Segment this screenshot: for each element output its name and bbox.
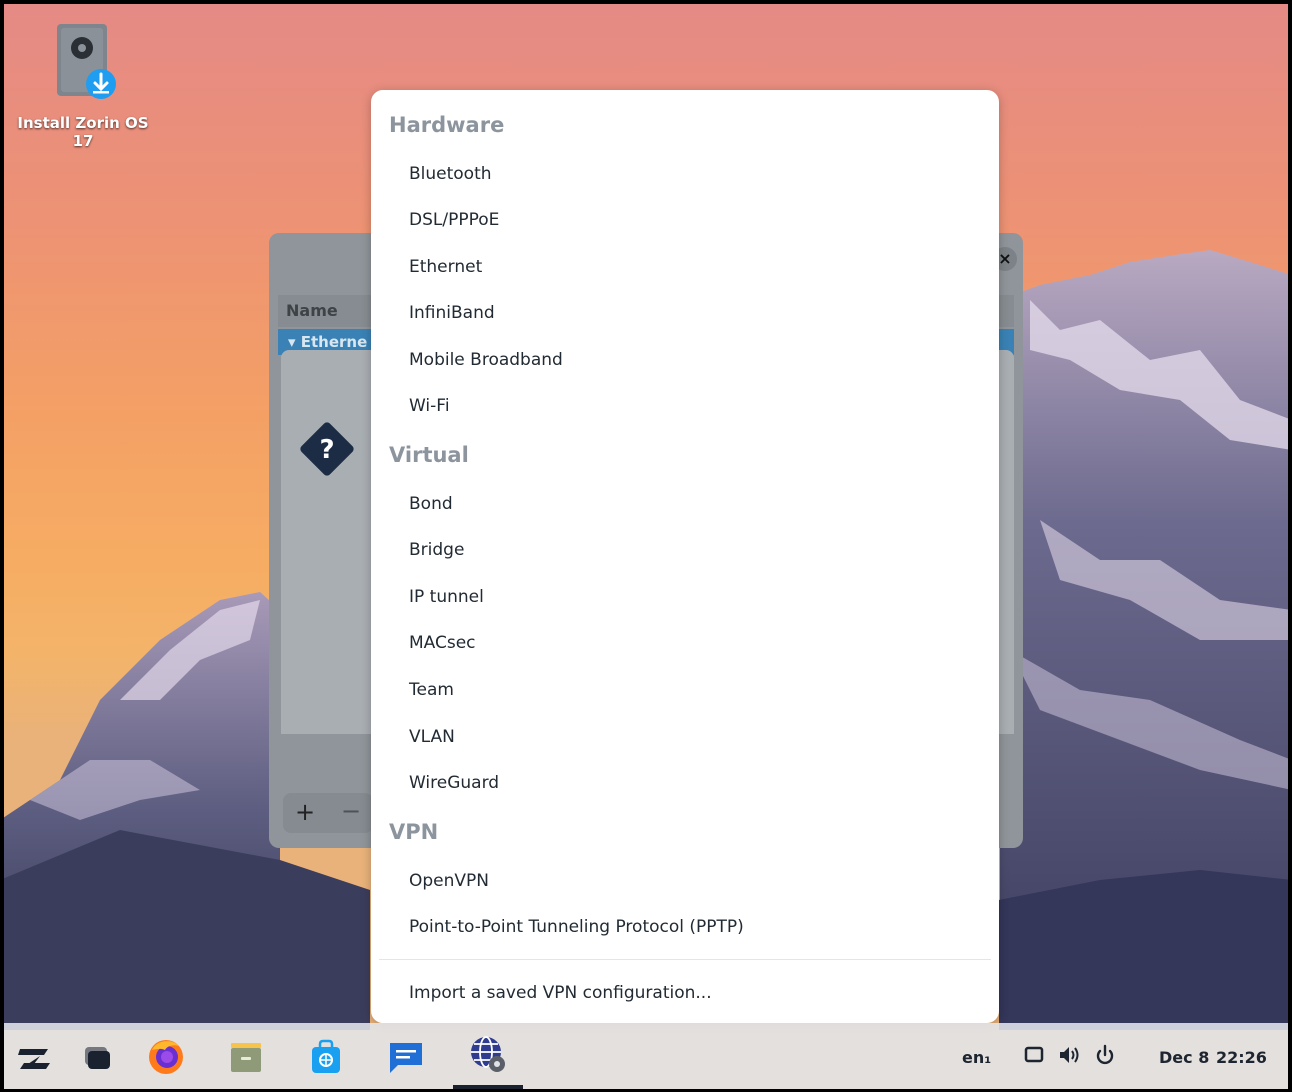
- power-icon[interactable]: [1095, 1044, 1115, 1066]
- menu-item-bluetooth[interactable]: Bluetooth: [409, 164, 492, 184]
- menu-item-import-vpn[interactable]: Import a saved VPN configuration...: [409, 983, 712, 1003]
- question-glyph: ?: [319, 435, 334, 465]
- install-zorin-desktop-icon[interactable]: Install Zorin OS 17: [8, 18, 158, 150]
- section-virtual: Virtual: [389, 443, 469, 467]
- screen-border-right: [1288, 0, 1292, 1092]
- keyboard-layout-indicator[interactable]: en₁: [962, 1048, 991, 1067]
- workspaces-icon[interactable]: [77, 1038, 117, 1078]
- menu-item-bond[interactable]: Bond: [409, 494, 453, 514]
- menu-item-vlan[interactable]: VLAN: [409, 727, 455, 747]
- software-store-icon[interactable]: [306, 1037, 346, 1077]
- name-column-label: Name: [286, 301, 338, 320]
- messaging-icon[interactable]: [386, 1037, 426, 1077]
- connection-button-bar: + −: [283, 793, 373, 833]
- zorin-menu-icon[interactable]: [14, 1039, 54, 1079]
- connection-type-menu: Hardware Bluetooth DSL/PPPoE Ethernet In…: [371, 90, 999, 1023]
- volume-icon[interactable]: [1058, 1045, 1080, 1065]
- section-vpn: VPN: [389, 820, 439, 844]
- menu-item-wireguard[interactable]: WireGuard: [409, 773, 499, 793]
- screen-border-top: [0, 0, 1292, 4]
- menu-item-macsec[interactable]: MACsec: [409, 633, 476, 653]
- menu-item-ethernet[interactable]: Ethernet: [409, 257, 482, 277]
- network-settings-taskbar-icon[interactable]: [468, 1034, 508, 1074]
- menu-item-infiniband[interactable]: InfiniBand: [409, 303, 495, 323]
- menu-item-ip-tunnel[interactable]: IP tunnel: [409, 587, 484, 607]
- connection-row-label: ▾ Etherne: [288, 333, 368, 351]
- menu-item-team[interactable]: Team: [409, 680, 454, 700]
- desktop-icon-label: Install Zorin OS 17: [17, 114, 149, 150]
- section-hardware: Hardware: [389, 113, 505, 137]
- menu-item-wifi[interactable]: Wi-Fi: [409, 396, 450, 416]
- remove-connection-button[interactable]: −: [341, 797, 361, 825]
- install-drive-icon: [57, 24, 116, 99]
- menu-separator: [379, 959, 991, 960]
- screen-border-left: [0, 0, 4, 1092]
- menu-item-mobile-broadband[interactable]: Mobile Broadband: [409, 350, 563, 370]
- files-icon[interactable]: [226, 1037, 266, 1077]
- clock-date[interactable]: Dec 8: [1159, 1048, 1209, 1067]
- menu-item-dsl-pppoe[interactable]: DSL/PPPoE: [409, 210, 499, 230]
- menu-item-pptp[interactable]: Point-to-Point Tunneling Protocol (PPTP): [409, 917, 744, 937]
- screen-icon[interactable]: [1024, 1045, 1044, 1065]
- add-connection-button[interactable]: +: [295, 798, 315, 826]
- clock-time[interactable]: 22:26: [1216, 1048, 1267, 1067]
- firefox-icon[interactable]: [146, 1036, 186, 1076]
- menu-item-bridge[interactable]: Bridge: [409, 540, 464, 560]
- menu-item-openvpn[interactable]: OpenVPN: [409, 871, 489, 891]
- question-icon: ?: [300, 422, 354, 476]
